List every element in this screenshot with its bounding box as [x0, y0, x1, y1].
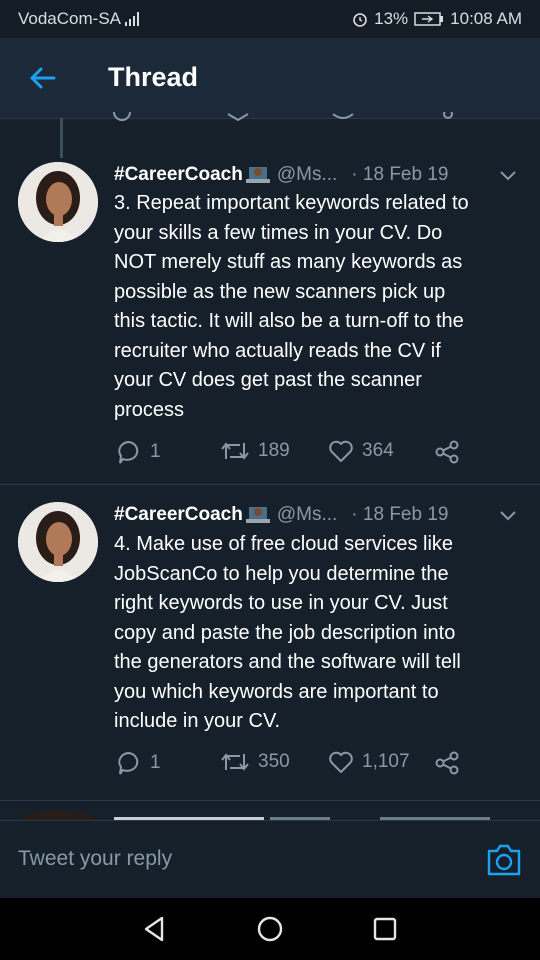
signal-icon — [125, 12, 139, 26]
triangle-back-icon[interactable] — [140, 914, 170, 944]
like-count: 1,107 — [362, 751, 410, 772]
retweet-button[interactable]: 189 — [220, 439, 290, 463]
tweet-header: #CareerCoach @Ms... · 18 Feb 19 — [114, 164, 448, 186]
reply-bar: Tweet your reply — [0, 820, 540, 899]
retweet-button[interactable]: 350 — [220, 750, 290, 774]
share-icon — [435, 440, 459, 464]
tweet-actions: 1 350 1,107 — [114, 750, 474, 780]
arrow-left-icon[interactable] — [26, 62, 58, 94]
reply-button[interactable]: 1 — [116, 750, 161, 776]
reply-input[interactable]: Tweet your reply — [18, 847, 172, 871]
avatar[interactable] — [18, 502, 98, 582]
tweet-date: · 18 Feb 19 — [351, 504, 449, 525]
retweet-count: 350 — [258, 751, 290, 772]
tweet[interactable]: #CareerCoach @Ms... · 18 Feb 19 3. Repea… — [0, 150, 540, 475]
next-tweet-peek — [0, 808, 540, 820]
share-button[interactable] — [434, 439, 460, 465]
clock: 10:08 AM — [450, 9, 522, 28]
circle-home-icon[interactable] — [255, 914, 285, 944]
battery-icon — [414, 12, 444, 26]
heart-icon — [329, 751, 353, 773]
tweet-actions: 1 189 364 — [114, 439, 474, 469]
reply-icon — [118, 440, 139, 464]
reply-icon — [118, 751, 139, 775]
page-title: Thread — [108, 62, 199, 92]
display-name[interactable]: #CareerCoach — [114, 504, 243, 526]
technologist-emoji-icon — [245, 507, 270, 523]
tweet-date: · 18 Feb 19 — [351, 164, 449, 185]
display-name[interactable]: #CareerCoach — [114, 164, 243, 186]
tweet-divider — [0, 800, 540, 801]
share-button[interactable] — [434, 750, 460, 776]
chevron-down-icon[interactable] — [498, 166, 518, 186]
retweet-icon — [221, 753, 249, 771]
avatar[interactable] — [18, 162, 98, 242]
heart-icon — [329, 440, 353, 462]
battery-percent: 13% — [374, 9, 409, 28]
tweet-text: 4. Make use of free cloud services like … — [114, 533, 461, 732]
technologist-emoji-icon — [245, 167, 270, 183]
chevron-down-icon[interactable] — [498, 506, 518, 526]
system-nav-bar — [0, 898, 540, 960]
reply-count: 1 — [150, 752, 161, 773]
tweet-header: #CareerCoach @Ms... · 18 Feb 19 — [114, 504, 448, 526]
carrier-name: VodaCom-SA — [18, 9, 121, 28]
square-recents-icon[interactable] — [370, 914, 400, 944]
tweet[interactable]: #CareerCoach @Ms... · 18 Feb 19 4. Make … — [0, 490, 540, 800]
alarm-icon — [353, 13, 367, 27]
like-count: 364 — [362, 440, 394, 461]
retweet-icon — [221, 442, 249, 460]
like-button[interactable]: 364 — [328, 439, 394, 463]
retweet-count: 189 — [258, 440, 290, 461]
share-icon — [435, 751, 459, 775]
user-handle[interactable]: @Ms... — [277, 164, 337, 186]
user-handle[interactable]: @Ms... — [277, 504, 337, 526]
tweet-text: 3. Repeat important keywords related to … — [114, 192, 469, 421]
thread-header: Thread — [0, 38, 540, 119]
previous-tweet-actions-cut — [108, 112, 488, 124]
reply-button[interactable]: 1 — [116, 439, 161, 465]
camera-icon[interactable] — [486, 843, 522, 877]
tweet-divider — [0, 484, 540, 485]
status-bar: VodaCom-SA 13% 10:08 AM — [0, 0, 540, 38]
reply-count: 1 — [150, 441, 161, 462]
like-button[interactable]: 1,107 — [328, 750, 410, 774]
